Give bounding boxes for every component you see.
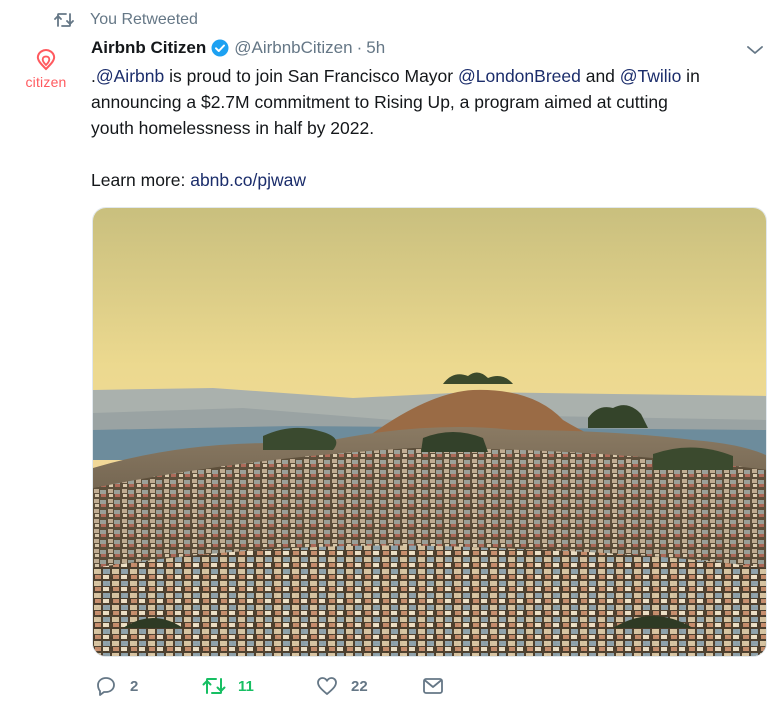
avatar-label: citizen <box>25 74 67 90</box>
tweet-photo[interactable] <box>92 207 767 657</box>
tweet-text: .@Airbnb is proud to join San Francisco … <box>91 63 751 193</box>
mention-londonbreed[interactable]: @LondonBreed <box>458 66 581 86</box>
reply-button[interactable]: 2 <box>94 674 202 698</box>
direct-message-button[interactable] <box>421 674 445 698</box>
tweet-actions: 2 11 22 <box>94 672 445 700</box>
mention-airbnb[interactable]: @Airbnb <box>96 66 164 86</box>
retweet-icon <box>202 674 226 698</box>
airbnb-logo-icon <box>35 48 57 72</box>
tweet-line-2: announcing a $2.7M commitment to Rising … <box>91 92 668 112</box>
like-count: 22 <box>351 677 368 695</box>
text-fragment: and <box>580 66 620 86</box>
retweet-context-label: You Retweeted <box>90 11 198 28</box>
heart-icon <box>315 674 339 698</box>
text-fragment: in <box>681 66 700 86</box>
verified-badge-icon <box>211 39 229 57</box>
tweet-line-1: .@Airbnb is proud to join San Francisco … <box>91 63 751 89</box>
mention-twilio[interactable]: @Twilio <box>620 66 682 86</box>
retweet-count: 11 <box>238 677 254 695</box>
avatar[interactable]: citizen <box>18 48 74 96</box>
retweet-button[interactable]: 11 <box>202 674 315 698</box>
author-handle[interactable]: @AirbnbCitizen <box>234 38 352 58</box>
envelope-icon <box>421 674 445 698</box>
learn-more-label: Learn more: <box>91 170 191 190</box>
reply-count: 2 <box>130 677 139 695</box>
chevron-down-icon[interactable] <box>745 42 765 58</box>
retweet-context: You Retweeted <box>54 10 198 30</box>
like-button[interactable]: 22 <box>315 674 421 698</box>
tweet-line-3: youth homelessness in half by 2022. <box>91 118 375 138</box>
learn-more-link[interactable]: abnb.co/pjwaw <box>190 170 306 190</box>
author-name[interactable]: Airbnb Citizen <box>91 38 206 58</box>
separator-dot: · <box>356 38 363 57</box>
text-fragment: is proud to join San Francisco Mayor <box>164 66 458 86</box>
reply-icon <box>94 674 118 698</box>
tweet-timestamp[interactable]: 5h <box>366 38 385 58</box>
tweet-line-learn-more: Learn more: abnb.co/pjwaw <box>91 167 751 193</box>
tweet-header: Airbnb Citizen @AirbnbCitizen · 5h <box>91 36 385 60</box>
retweet-icon <box>54 11 76 29</box>
